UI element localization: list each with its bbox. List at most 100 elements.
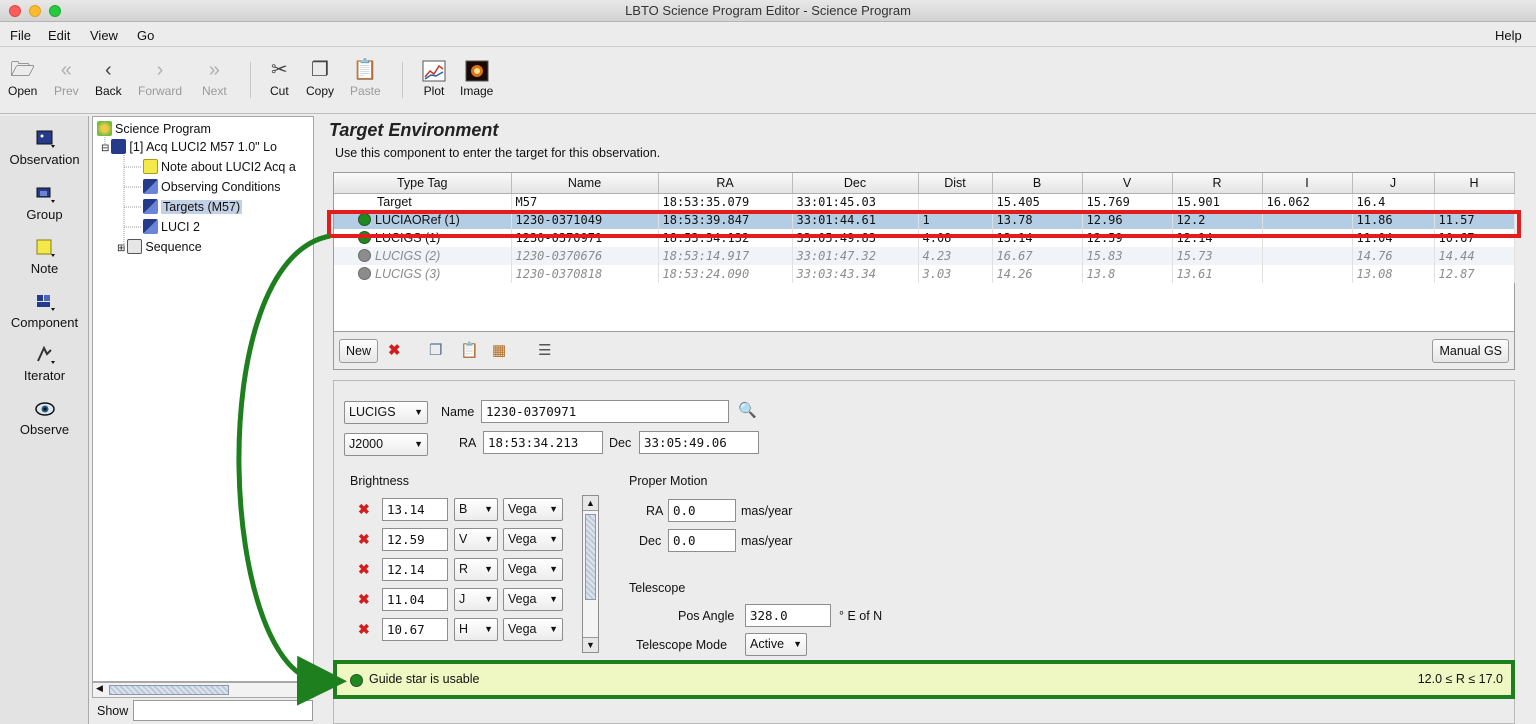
column-header[interactable]: RA <box>658 173 793 194</box>
pm-ra-input[interactable]: 0.0 <box>668 499 736 522</box>
dec-input[interactable]: 33:05:49.06 <box>639 431 759 454</box>
table-cell: 14.44 <box>1434 247 1515 265</box>
scroll-left-icon[interactable]: ◀ <box>96 683 103 694</box>
scroll-thumb[interactable] <box>585 514 596 600</box>
coordinate-system-select[interactable]: J2000 ▼ <box>344 433 428 456</box>
table-cell: 1230-0371049 <box>511 211 659 229</box>
scroll-up-icon[interactable]: ▲ <box>583 496 598 511</box>
delete-brightness-icon[interactable]: ✖ <box>358 621 370 638</box>
palette-component[interactable]: Component <box>0 291 89 330</box>
menu-edit[interactable]: Edit <box>48 28 70 43</box>
targets-table-container: Type Tag Name RA Dec Dist B V R I J H Ta… <box>333 172 1515 332</box>
delete-brightness-icon[interactable]: ✖ <box>358 531 370 548</box>
table-cell: M57 <box>511 193 659 211</box>
pm-dec-input[interactable]: 0.0 <box>668 529 736 552</box>
cut-button[interactable]: ✂ Cut <box>270 56 289 98</box>
band-select[interactable]: H ▼ <box>454 618 498 641</box>
menu-go[interactable]: Go <box>137 28 154 43</box>
table-cell: 11.04 <box>1352 229 1435 247</box>
table-cell: 15.769 <box>1082 193 1173 211</box>
mag-system-select[interactable]: Vega ▼ <box>503 588 563 611</box>
menu-view[interactable]: View <box>90 28 118 43</box>
close-window-button[interactable] <box>9 5 21 17</box>
brightness-scrollbar[interactable]: ▲ ▼ <box>582 495 599 653</box>
band-select[interactable]: B ▼ <box>454 498 498 521</box>
ra-input[interactable]: 18:53:34.213 <box>483 431 603 454</box>
brightness-value-input[interactable]: 12.59 <box>382 528 448 551</box>
brightness-value-input[interactable]: 12.14 <box>382 558 448 581</box>
tree-horizontal-scrollbar[interactable]: ◀ ▶ <box>92 682 314 698</box>
menu-help[interactable]: Help <box>1495 28 1522 43</box>
column-header[interactable]: Type Tag <box>334 173 512 194</box>
mag-system-select[interactable]: Vega ▼ <box>503 618 563 641</box>
table-row[interactable]: LUCIGS (3) 1230-0370818 18:53:24.090 33:… <box>334 265 1515 283</box>
table-cell: 4.08 <box>918 229 993 247</box>
table-row[interactable]: LUCIGS (2) 1230-0370676 18:53:14.917 33:… <box>334 247 1515 265</box>
scroll-down-icon[interactable]: ▼ <box>583 637 598 652</box>
paste-icon[interactable]: 📋 <box>460 341 479 359</box>
palette-note[interactable]: Note <box>0 237 89 276</box>
scroll-thumb[interactable] <box>109 685 229 695</box>
scroll-right-icon[interactable]: ▶ <box>303 683 310 694</box>
brightness-value-input[interactable]: 13.14 <box>382 498 448 521</box>
column-header[interactable]: I <box>1262 173 1353 194</box>
column-header[interactable]: H <box>1434 173 1515 194</box>
mag-system-select[interactable]: Vega ▼ <box>503 498 563 521</box>
image-button[interactable]: Image <box>460 56 493 98</box>
mag-system-select[interactable]: Vega ▼ <box>503 558 563 581</box>
column-header[interactable]: V <box>1082 173 1173 194</box>
delete-brightness-icon[interactable]: ✖ <box>358 591 370 608</box>
column-header[interactable]: B <box>992 173 1083 194</box>
column-header[interactable]: Dec <box>792 173 919 194</box>
column-header[interactable]: J <box>1352 173 1435 194</box>
show-filter-input[interactable] <box>133 700 313 721</box>
table-row[interactable]: Target M57 18:53:35.079 33:01:45.03 15.4… <box>334 193 1515 211</box>
copy-button[interactable]: ❐ Copy <box>306 56 334 98</box>
column-header[interactable]: Name <box>511 173 659 194</box>
paste-button[interactable]: 📋 Paste <box>350 56 381 98</box>
minimize-window-button[interactable] <box>29 5 41 17</box>
band-select[interactable]: V ▼ <box>454 528 498 551</box>
open-button[interactable]: 🗁 Open <box>8 56 37 98</box>
tag-select[interactable]: LUCIGS ▼ <box>344 401 428 424</box>
mag-system-select[interactable]: Vega ▼ <box>503 528 563 551</box>
band-select[interactable]: J ▼ <box>454 588 498 611</box>
palette-observe[interactable]: Observe <box>0 398 89 437</box>
forward-button[interactable]: › Forward <box>138 56 182 98</box>
manual-gs-button[interactable]: Manual GS <box>1432 339 1509 363</box>
pos-angle-input[interactable]: 328.0 <box>745 604 831 627</box>
grid-icon[interactable]: ▦ <box>492 341 506 359</box>
prev-button[interactable]: « Prev <box>54 56 79 98</box>
column-header[interactable]: Dist <box>918 173 993 194</box>
brightness-value-input[interactable]: 10.67 <box>382 618 448 641</box>
pos-angle-unit: ° E of N <box>839 609 883 623</box>
name-input[interactable]: 1230-0370971 <box>481 400 729 423</box>
menu-file[interactable]: File <box>10 28 31 43</box>
band-select[interactable]: R ▼ <box>454 558 498 581</box>
table-cell <box>1262 265 1353 283</box>
palette-group[interactable]: Group <box>0 183 89 222</box>
table-cell: LUCIGS (2) <box>334 247 512 265</box>
next-button[interactable]: » Next <box>202 56 227 98</box>
table-cell: 3.03 <box>918 265 993 283</box>
zoom-window-button[interactable] <box>49 5 61 17</box>
new-target-button[interactable]: New <box>339 339 379 363</box>
telescope-mode-select[interactable]: Active ▼ <box>745 633 807 656</box>
table-row[interactable]: LUCIGS (1) 1230-0370971 18:53:34.132 33:… <box>334 229 1515 247</box>
brightness-value-input[interactable]: 11.04 <box>382 588 448 611</box>
copy-icon[interactable]: ❐ <box>429 341 442 359</box>
plot-button[interactable]: Plot <box>422 56 446 98</box>
table-cell: 12.59 <box>1082 229 1173 247</box>
palette-iterator[interactable]: Iterator <box>0 344 89 383</box>
column-header[interactable]: R <box>1172 173 1263 194</box>
search-icon[interactable]: 🔍 <box>738 401 757 419</box>
status-dot-icon <box>350 674 363 687</box>
table-row-selected[interactable]: LUCIAORef (1) 1230-0371049 18:53:39.847 … <box>334 211 1515 229</box>
list-icon[interactable]: ☰ <box>538 341 551 359</box>
delete-brightness-icon[interactable]: ✖ <box>358 501 370 518</box>
delete-icon[interactable]: ✖ <box>388 341 401 359</box>
back-button[interactable]: ‹ Back <box>95 56 122 98</box>
delete-brightness-icon[interactable]: ✖ <box>358 561 370 578</box>
dropdown-arrow-icon: ▼ <box>549 624 558 634</box>
palette-observation[interactable]: Observation <box>0 128 89 167</box>
